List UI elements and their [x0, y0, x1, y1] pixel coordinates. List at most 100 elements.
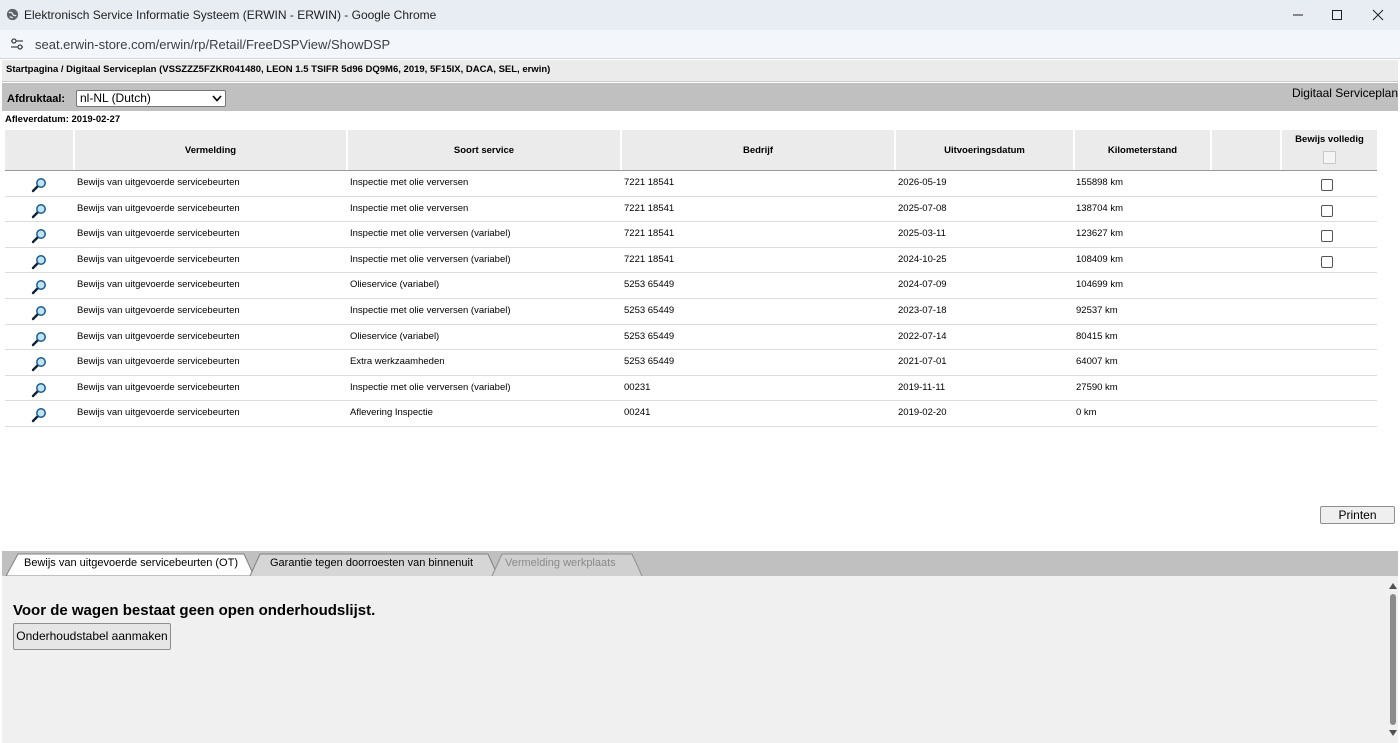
cell-uitvoeringsdatum: 2026-05-19	[898, 177, 947, 188]
cell-uitvoeringsdatum: 2022-07-14	[898, 330, 947, 342]
bewijs-volledig-checkbox[interactable]	[1321, 230, 1333, 243]
delivery-date-value: 2019-02-27	[71, 114, 121, 125]
cell-bedrijf: 00231	[624, 381, 651, 393]
cell-bedrijf: 7221 18541	[624, 228, 675, 240]
cell-bedrijf: 5253 65449	[624, 279, 675, 291]
table-row: Bewijs van uitgevoerde servicebeurten Ins…	[5, 299, 1377, 325]
header-bewijs-volledig: Bewijs volledig	[1282, 130, 1377, 170]
magnifier-icon[interactable]	[31, 356, 47, 372]
language-select[interactable]: nl-NL (Dutch)	[76, 90, 226, 107]
magnifier-icon[interactable]	[31, 203, 47, 219]
cell-vermelding: Bewijs van uitgevoerde servicebeurten	[77, 177, 240, 188]
cell-uitvoeringsdatum: 2021-07-01	[898, 356, 947, 368]
create-maintenance-table-button[interactable]: Onderhoudstabel aanmaken	[13, 623, 171, 650]
magnifier-icon[interactable]	[31, 254, 47, 270]
delivery-date: Afleverdatum: 2019-02-27	[5, 114, 120, 125]
vertical-scrollbar[interactable]	[1388, 582, 1398, 737]
cell-soort-service: Inspectie met olie verversen (variabel)	[350, 304, 511, 316]
globe-icon	[6, 8, 19, 21]
cell-vermelding: Bewijs van uitgevoerde servicebeurten	[77, 279, 240, 291]
tab-bar: Bewijs van uitgevoerde servicebeurten (O…	[2, 551, 1398, 576]
cell-vermelding: Bewijs van uitgevoerde servicebeurten	[77, 407, 240, 419]
header-soort-service: Soort service	[348, 130, 622, 170]
url-text[interactable]: seat.erwin-store.com/erwin/rp/Retail/Fre…	[35, 37, 390, 52]
table-row: Bewijs van uitgevoerde servicebeurten Ins…	[5, 376, 1377, 402]
minimize-button[interactable]	[1276, 4, 1320, 26]
select-all-checkbox	[1323, 151, 1336, 164]
bewijs-volledig-checkbox[interactable]	[1321, 255, 1333, 268]
magnifier-icon[interactable]	[31, 331, 47, 347]
no-maintenance-message: Voor de wagen bestaat geen open onderhou…	[13, 602, 376, 619]
cell-uitvoeringsdatum: 2024-10-25	[898, 253, 947, 265]
header-bewijs-volledig-label: Bewijs volledig	[1295, 134, 1364, 145]
magnifier-icon[interactable]	[31, 177, 47, 193]
table-row: Bewijs van uitgevoerde servicebeurten Ins…	[5, 222, 1377, 248]
table-row: Bewijs van uitgevoerde servicebeurten Oli…	[5, 325, 1377, 351]
cell-bedrijf: 7221 18541	[624, 177, 675, 188]
cell-kilometerstand: 123627 km	[1076, 228, 1124, 240]
magnifier-icon[interactable]	[31, 407, 47, 423]
service-table: Vermelding Soort service Bedrijf Uitvoer…	[5, 130, 1377, 427]
bewijs-volledig-checkbox[interactable]	[1321, 204, 1333, 217]
maintenance-panel: Voor de wagen bestaat geen open onderhou…	[2, 576, 1398, 743]
chevron-down-icon	[212, 95, 222, 102]
cell-uitvoeringsdatum: 2019-02-20	[898, 407, 947, 419]
cell-soort-service: Olieservice (variabel)	[350, 279, 440, 291]
magnifier-icon[interactable]	[31, 305, 47, 321]
window-title: Elektronisch Service Informatie Systeem …	[24, 8, 437, 22]
header-empty-col	[1212, 130, 1282, 170]
header-icon-col	[5, 130, 75, 170]
table-row: Bewijs van uitgevoerde servicebeurten Afl…	[5, 401, 1377, 427]
breadcrumb: Startpagina / Digitaal Serviceplan (VSSZ…	[2, 60, 1398, 82]
maximize-icon	[1332, 10, 1342, 20]
language-bar: Afdruktaal: nl-NL (Dutch) Digitaal Servi…	[2, 83, 1398, 111]
cell-kilometerstand: 155898 km	[1076, 177, 1124, 188]
window-title-bar: Elektronisch Service Informatie Systeem …	[0, 0, 1400, 31]
close-button[interactable]	[1356, 4, 1400, 26]
table-row: Bewijs van uitgevoerde servicebeurten Oli…	[5, 273, 1377, 299]
cell-bedrijf: 00241	[624, 407, 651, 419]
cell-uitvoeringsdatum: 2023-07-18	[898, 304, 947, 316]
cell-kilometerstand: 0 km	[1076, 407, 1097, 419]
cell-vermelding: Bewijs van uitgevoerde servicebeurten	[77, 356, 240, 368]
magnifier-icon[interactable]	[31, 382, 47, 398]
cell-soort-service: Inspectie met olie verversen	[350, 177, 469, 188]
cell-kilometerstand: 138704 km	[1076, 202, 1124, 214]
print-button[interactable]: Printen	[1320, 506, 1395, 524]
cell-soort-service: Aflevering Inspectie	[350, 407, 433, 419]
site-settings-icon[interactable]	[10, 38, 24, 50]
cell-uitvoeringsdatum: 2024-07-09	[898, 279, 947, 291]
header-uitvoeringsdatum: Uitvoeringsdatum	[896, 130, 1075, 170]
delivery-date-label: Afleverdatum:	[5, 114, 69, 125]
cell-vermelding: Bewijs van uitgevoerde servicebeurten	[77, 228, 240, 240]
cell-bedrijf: 5253 65449	[624, 356, 675, 368]
address-bar: seat.erwin-store.com/erwin/rp/Retail/Fre…	[0, 30, 1400, 59]
cell-vermelding: Bewijs van uitgevoerde servicebeurten	[77, 330, 240, 342]
cell-vermelding: Bewijs van uitgevoerde servicebeurten	[77, 202, 240, 214]
cell-uitvoeringsdatum: 2025-07-08	[898, 202, 947, 214]
cell-bedrijf: 7221 18541	[624, 253, 675, 265]
tab-vermelding-werkplaats: Vermelding werkplaats	[490, 553, 643, 576]
magnifier-icon[interactable]	[31, 279, 47, 295]
cell-kilometerstand: 80415 km	[1076, 330, 1118, 342]
tab-bewijs[interactable]: Bewijs van uitgevoerde servicebeurten (O…	[6, 553, 255, 576]
maximize-button[interactable]	[1315, 4, 1359, 26]
cell-kilometerstand: 108409 km	[1076, 253, 1124, 265]
cell-kilometerstand: 27590 km	[1076, 381, 1118, 393]
header-kilometerstand: Kilometerstand	[1075, 130, 1212, 170]
magnifier-icon[interactable]	[31, 228, 47, 244]
cell-kilometerstand: 92537 km	[1076, 304, 1118, 316]
tab-garantie[interactable]: Garantie tegen doorroesten van binnenuit	[248, 553, 499, 576]
cell-soort-service: Inspectie met olie verversen (variabel)	[350, 253, 511, 265]
tab-bewijs-label: Bewijs van uitgevoerde servicebeurten (O…	[24, 557, 238, 569]
close-icon	[1372, 9, 1384, 21]
language-select-value: nl-NL (Dutch)	[80, 91, 151, 105]
cell-bedrijf: 7221 18541	[624, 202, 675, 214]
table-row: Bewijs van uitgevoerde servicebeurten Ins…	[5, 197, 1377, 223]
cell-bedrijf: 5253 65449	[624, 304, 675, 316]
cell-uitvoeringsdatum: 2025-03-11	[898, 228, 946, 240]
cell-soort-service: Olieservice (variabel)	[350, 330, 440, 342]
bewijs-volledig-checkbox[interactable]	[1321, 179, 1333, 191]
cell-uitvoeringsdatum: 2019-11-11	[898, 381, 946, 393]
cell-vermelding: Bewijs van uitgevoerde servicebeurten	[77, 381, 240, 393]
